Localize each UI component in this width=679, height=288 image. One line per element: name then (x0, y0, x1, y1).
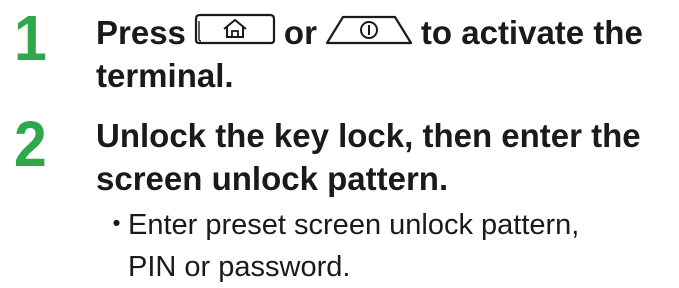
bullet-note: ・Enter preset screen unlock pattern, PIN… (96, 204, 676, 288)
home-key-icon (192, 13, 278, 45)
step-title: Press or to activate the (96, 8, 676, 54)
power-key-icon (323, 13, 415, 45)
step-title: Unlock the key lock, then enter the (96, 117, 641, 154)
step-number: 1 (14, 2, 47, 74)
bullet-text-line1: Enter preset screen unlock pattern, (128, 209, 580, 241)
step-title-line2: terminal. (96, 56, 234, 94)
step-text-or: or (283, 13, 317, 51)
step-text-press: Press (96, 13, 186, 51)
step-text-activate: to activate the (420, 13, 643, 51)
bullet-text-line2: PIN or password. (128, 251, 351, 283)
step-number: 2 (14, 108, 47, 180)
step-body: Press or to activate the terminal. (96, 8, 676, 97)
bullet-mark: ・ (102, 209, 132, 241)
step-title-line2: screen unlock pattern. (96, 160, 449, 197)
step-body: Unlock the key lock, then enter the scre… (96, 114, 676, 288)
